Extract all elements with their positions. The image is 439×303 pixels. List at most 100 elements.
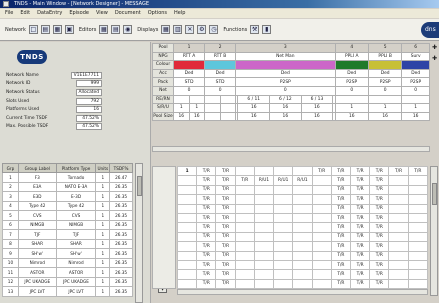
sru-cell[interactable]: 16 <box>269 103 302 113</box>
slot-cell[interactable] <box>311 212 332 224</box>
slot-cell[interactable]: T/R <box>369 203 390 214</box>
slot-cell[interactable] <box>253 259 275 271</box>
display-chart-icon[interactable]: ▥ <box>173 25 183 34</box>
slot-cell[interactable]: T/R <box>407 165 429 177</box>
slot-cell[interactable] <box>234 231 255 243</box>
slot-row[interactable]: T/R T/R T/R T/R T/R <box>176 212 429 224</box>
slot-cell[interactable]: T/R <box>215 241 236 252</box>
assign-table-scrollbar[interactable] <box>430 166 438 296</box>
table-row[interactable]: 12 JPC UKADGE JPC UKADGE 1 26.35 <box>2 276 133 287</box>
slot-cell[interactable]: T/R <box>196 231 217 243</box>
slot-cell[interactable] <box>176 175 198 186</box>
slot-cell[interactable] <box>407 212 429 224</box>
sru-cell[interactable]: 1 <box>367 103 403 113</box>
slot-cell[interactable] <box>311 184 332 196</box>
slot-cell[interactable]: T/R <box>349 165 371 177</box>
pool-size-cell[interactable]: 16 <box>188 111 206 122</box>
net-cell[interactable]: 0 <box>334 85 369 96</box>
npg-name[interactable]: PPLI B <box>367 51 403 62</box>
pool-size-cell[interactable]: 16 <box>269 111 302 122</box>
slot-row[interactable]: T/R T/R T/R T/R T/R <box>176 241 429 252</box>
slot-cell[interactable] <box>234 259 255 271</box>
slot-cell[interactable]: T/R <box>215 278 236 290</box>
slot-cell[interactable]: T/R <box>330 165 352 177</box>
acc-cell[interactable]: Ded <box>172 68 206 79</box>
slot-row[interactable]: T/R T/R T/R T/R T/R <box>176 259 429 271</box>
settings-icon[interactable]: ⚙ <box>197 25 207 34</box>
sru-cell[interactable]: 1 <box>334 103 369 113</box>
slot-cell[interactable]: T/R <box>196 222 217 233</box>
pack-cell[interactable]: P2SP <box>367 77 403 87</box>
pack-cell[interactable]: STD <box>204 77 237 87</box>
slot-cell[interactable] <box>311 203 332 214</box>
slot-cell[interactable] <box>311 259 332 271</box>
table-row[interactable]: 6 NIMGB NIMGB 1 26.35 <box>2 219 133 230</box>
slot-cell[interactable]: T/R <box>196 165 217 177</box>
slot-cell[interactable]: T/R <box>369 269 390 280</box>
slot-cell[interactable]: T/R <box>196 241 217 252</box>
slot-cell[interactable]: T/R <box>349 212 371 224</box>
tools-icon[interactable]: ✕ <box>185 25 195 34</box>
properties-icon[interactable]: ▣ <box>64 25 74 34</box>
col-header-grp[interactable]: Grp <box>2 163 19 173</box>
slot-cell[interactable] <box>388 250 409 261</box>
slot-cell[interactable] <box>253 194 275 205</box>
pack-cell[interactable]: P2SP <box>401 77 430 87</box>
slot-cell[interactable] <box>292 259 313 271</box>
slot-cell[interactable] <box>234 184 255 196</box>
slot-cell[interactable] <box>407 278 429 290</box>
expand-icon[interactable]: ✚ <box>431 55 438 62</box>
slot-cell[interactable]: T/R <box>330 259 352 271</box>
table-row[interactable]: 11 ASTOR ASTOR 1 26.35 <box>2 267 133 278</box>
net-cell[interactable]: 0 <box>401 85 430 96</box>
slot-cell[interactable] <box>273 259 294 271</box>
acc-cell[interactable]: Ded <box>204 68 237 79</box>
re-rn-cell[interactable] <box>367 94 403 105</box>
slot-cell[interactable] <box>273 184 294 196</box>
slot-cell[interactable] <box>273 165 294 177</box>
slot-cell[interactable]: T/R <box>369 175 390 186</box>
npg-name[interactable]: PPLI A <box>334 51 369 62</box>
slot-cell[interactable]: T/R <box>196 175 217 186</box>
slot-cell[interactable]: T/R <box>349 241 371 252</box>
slot-cell[interactable]: T/R <box>369 250 390 261</box>
sru-cell[interactable] <box>204 103 221 113</box>
slot-cell[interactable] <box>292 231 313 243</box>
slot-cell[interactable]: T/R <box>215 165 236 177</box>
pool-size-cell[interactable] <box>204 111 221 122</box>
slot-cell[interactable]: T/R <box>196 203 217 214</box>
slot-cell[interactable]: T/R <box>311 165 332 177</box>
slot-cell[interactable] <box>273 241 294 252</box>
col-header-group-label[interactable]: Group Label <box>17 163 57 173</box>
slot-cell[interactable] <box>234 269 255 280</box>
slot-cell[interactable]: T/R <box>215 269 236 280</box>
slot-row[interactable]: T/R T/R T/R T/R T/R <box>176 278 429 290</box>
re-rn-cell[interactable] <box>188 94 206 105</box>
table-editor-icon[interactable]: ▤ <box>111 25 121 34</box>
table-row[interactable]: 8 SHAR SHAR 1 26.35 <box>2 238 133 249</box>
pool-size-cell[interactable]: 16 <box>367 111 403 122</box>
slot-cell[interactable] <box>253 250 275 261</box>
slot-cell[interactable]: T/R <box>215 250 236 261</box>
slot-cell[interactable] <box>176 212 198 224</box>
pool-size-cell[interactable]: 16 <box>173 111 190 122</box>
slot-cell[interactable]: T/R <box>196 212 217 224</box>
sru-cell[interactable]: 1 <box>188 103 206 113</box>
slot-cell[interactable] <box>311 175 332 186</box>
menu-file[interactable]: File <box>5 9 13 18</box>
clock-icon[interactable]: ◷ <box>209 25 219 34</box>
slot-cell[interactable]: T/R <box>369 184 390 196</box>
slot-cell[interactable] <box>388 259 409 271</box>
slot-cell[interactable] <box>176 203 198 214</box>
sru-cell[interactable]: 16 <box>237 103 271 113</box>
slot-cell[interactable]: T/R <box>369 222 390 233</box>
slot-cell[interactable]: T/R <box>349 231 371 243</box>
acc-cell[interactable]: Ded <box>367 68 403 79</box>
slot-cell[interactable] <box>176 222 198 233</box>
slot-cell[interactable]: T/R <box>330 231 352 243</box>
slot-cell[interactable] <box>253 231 275 243</box>
slot-row[interactable]: 1 T/R T/R T/R T/R T/R T/R T/R T/R <box>176 165 429 177</box>
slot-row[interactable]: T/R T/R T/R R/U1 R/U1 R/U1 T/R T/R T/R <box>176 175 429 186</box>
slot-cell[interactable] <box>388 212 409 224</box>
slot-cell[interactable]: T/R <box>196 278 217 290</box>
